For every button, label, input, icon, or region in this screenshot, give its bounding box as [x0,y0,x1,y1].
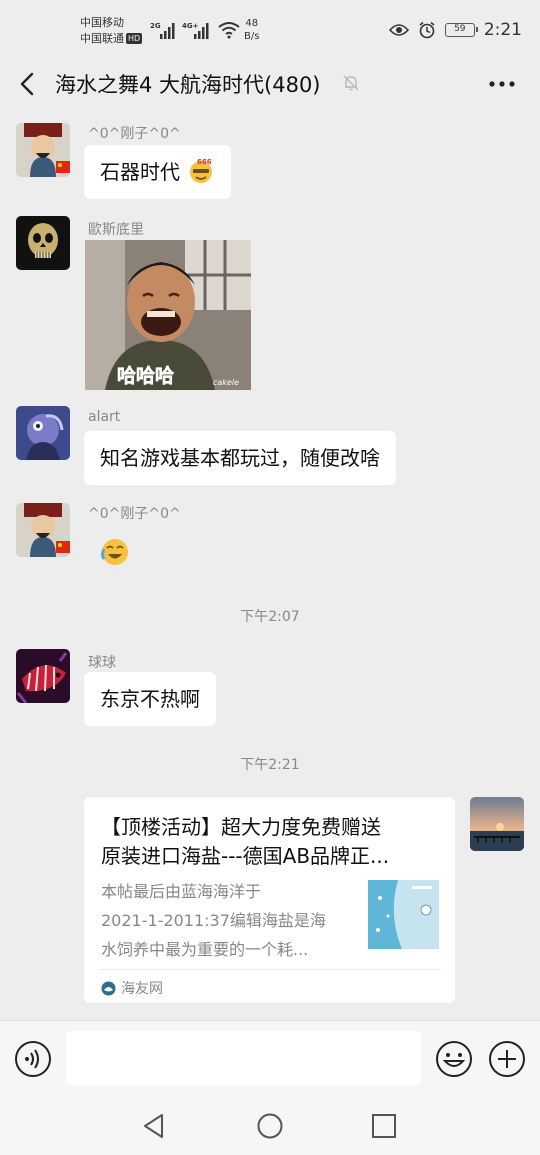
avatar[interactable] [16,216,70,270]
message-item: 歐斯底里 哈哈哈 cakele [16,216,526,396]
avatar[interactable] [16,503,70,557]
timestamp-separator: 下午2:07 [240,609,300,625]
message-text: 石器时代 [100,160,180,184]
svg-text:4G+: 4G+ [182,22,199,30]
clock: 2:21 [483,20,522,40]
carrier-info: 中国移动 中国联通 HD [80,15,143,47]
status-right: 59 2:21 [388,20,522,40]
wifi-icon [218,22,240,39]
muted-bell-icon [343,75,359,91]
emoji-picker-icon[interactable] [435,1040,473,1078]
card-thumbnail [368,880,439,949]
message-text: 东京不热啊 [100,687,200,711]
system-nav-bar [0,1098,540,1155]
image-watermark: cakele [213,378,239,387]
text-bubble[interactable]: 知名游戏基本都玩过，随便改啥 [84,431,396,485]
nav-recents-icon[interactable] [370,1112,398,1140]
message-item: 球球 东京不热啊 [16,649,526,729]
source-name: 海友网 [121,981,163,997]
image-message[interactable]: 哈哈哈 cakele [85,240,251,390]
voice-input-icon[interactable] [14,1040,52,1078]
status-bar: 中国移动 中国联通 HD 2G 4G+ 48 B/s 59 2:21 [0,0,540,62]
sender-name: alart [88,409,121,425]
laugh-cry-emoji-icon [101,539,128,565]
input-bar [0,1020,540,1098]
signal-4g-icon: 4G+ [182,22,209,39]
my-avatar[interactable] [470,797,524,851]
message-item: ^0^刚子^0^ [16,503,526,583]
hd-badge: HD [126,33,143,44]
text-bubble[interactable]: 石器时代 666 [84,145,232,199]
chat-header: 海水之舞4 大航海时代(480) [0,62,540,106]
avatar[interactable] [16,123,70,177]
battery-icon: 59 [444,23,478,37]
message-item: alart 知名游戏基本都玩过，随便改啥 [16,406,526,486]
message-text: 知名游戏基本都玩过，随便改啥 [100,446,380,470]
carrier-name-2: 中国联通 [80,32,124,45]
avatar[interactable] [16,649,70,703]
more-options-icon[interactable] [486,72,518,96]
nav-back-icon[interactable] [140,1112,168,1140]
card-description: 本帖最后由蓝海海洋于 2021-1-2011:37编辑海盐是海 水饲养中最为重要… [101,882,326,959]
chat-title: 海水之舞4 大航海时代(480) [55,73,321,97]
svg-text:666: 666 [197,158,212,166]
nav-home-icon[interactable] [256,1112,284,1140]
text-bubble[interactable]: 东京不热啊 [84,672,216,726]
card-divider [98,969,441,970]
message-item: ^0^刚子^0^ 石器时代 666 [16,123,526,203]
source-logo-icon [101,981,116,995]
card-title: 【顶楼活动】超大力度免费赠送 原装进口海盐---德国AB品牌正... [101,815,390,868]
back-arrow-icon[interactable] [14,70,42,98]
sender-name: 球球 [88,655,116,671]
message-input[interactable] [66,1031,421,1085]
add-more-icon[interactable] [488,1040,526,1078]
svg-text:2G: 2G [150,22,161,30]
alarm-icon [419,21,435,39]
sender-name: ^0^刚子^0^ [88,506,181,522]
emoji-666-icon: 666 [190,158,213,183]
eye-icon [388,24,409,36]
signal-2g-icon: 2G [150,22,175,39]
sender-name: ^0^刚子^0^ [88,126,181,142]
carrier-name-1: 中国移动 [80,16,124,29]
sender-name: 歐斯底里 [88,222,144,238]
avatar[interactable] [16,406,70,460]
link-card-message[interactable]: 【顶楼活动】超大力度免费赠送 原装进口海盐---德国AB品牌正... 本帖最后由… [84,797,455,1003]
image-caption: 哈哈哈 [117,364,174,387]
network-speed: 48 B/s [244,18,260,42]
card-source: 海友网 [101,978,163,998]
timestamp-separator: 下午2:21 [240,757,300,773]
